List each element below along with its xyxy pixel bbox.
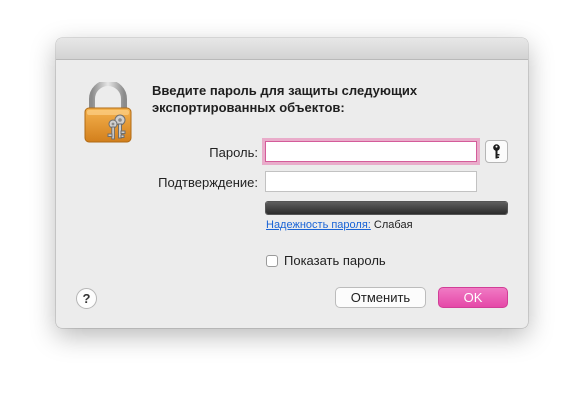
password-strength-link[interactable]: Надежность пароля: (266, 219, 371, 231)
password-strength-meter (265, 201, 508, 215)
password-strength-row: Надежность пароля: Слабая (266, 219, 413, 231)
password-assistant-button[interactable] (485, 140, 508, 163)
lock-with-keys-icon (82, 80, 134, 144)
confirm-label: Подтверждение: (158, 175, 258, 190)
key-icon (493, 144, 500, 159)
password-strength-fill (266, 202, 507, 214)
show-password-checkbox[interactable] (266, 254, 278, 267)
cancel-button[interactable]: Отменить (335, 287, 426, 308)
password-label: Пароль: (209, 145, 258, 160)
help-button[interactable]: ? (76, 288, 97, 309)
dialog-titlebar[interactable] (56, 38, 528, 60)
password-field[interactable] (265, 141, 477, 162)
confirm-password-field[interactable] (265, 171, 477, 192)
dialog-message: Введите пароль для защиты следующих эксп… (152, 83, 418, 115)
show-password-label[interactable]: Показать пароль (284, 253, 386, 268)
password-dialog: Введите пароль для защиты следующих эксп… (56, 38, 528, 328)
ok-button[interactable]: OK (438, 287, 508, 308)
show-password-row[interactable]: Показать пароль (266, 253, 386, 268)
password-strength-value: Слабая (373, 219, 413, 231)
